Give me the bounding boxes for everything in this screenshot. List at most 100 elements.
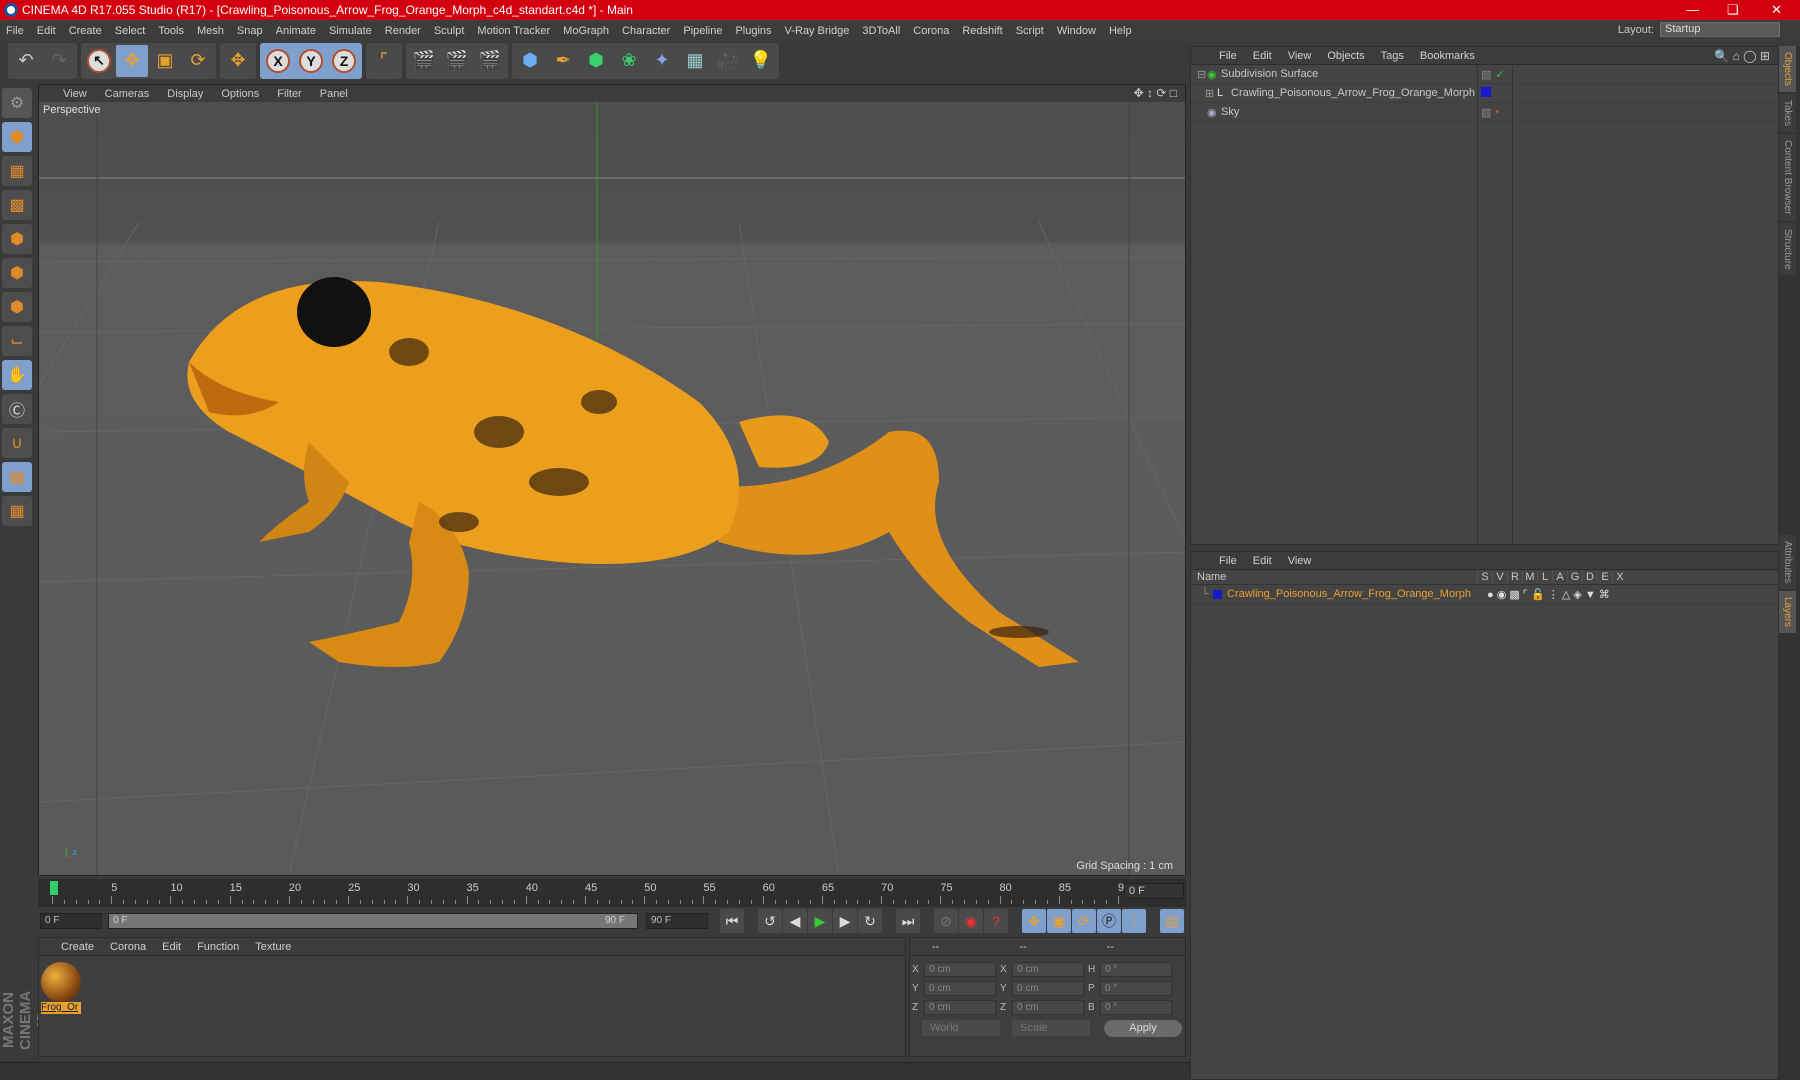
viewport-menu-item[interactable]: Filter [277, 88, 301, 100]
menu-item[interactable]: V-Ray Bridge [785, 25, 850, 37]
menu-item[interactable]: Motion Tracker [477, 25, 550, 37]
viewport-menu-item[interactable]: Options [221, 88, 259, 100]
layer-column-header[interactable]: S [1477, 571, 1492, 583]
material-name[interactable]: Frog_Or [41, 1002, 81, 1014]
menu-item[interactable]: File [1219, 555, 1237, 567]
viewport-nav-icons[interactable]: ✥ ↕ ⟳ □ [1134, 86, 1177, 100]
menu-item[interactable]: Render [385, 25, 421, 37]
menu-item[interactable]: Bookmarks [1420, 50, 1475, 62]
current-frame-field[interactable]: 0 F [1124, 883, 1184, 899]
camera-icon[interactable]: 🎥 [712, 45, 744, 77]
object-name[interactable]: Subdivision Surface [1221, 68, 1318, 80]
magnet-icon[interactable]: ∪ [2, 428, 32, 458]
menu-item[interactable]: Plugins [735, 25, 771, 37]
go-to-end-icon[interactable]: ⏭ [896, 909, 920, 933]
menu-item[interactable]: Sculpt [434, 25, 465, 37]
end-frame-field[interactable]: 90 F [646, 913, 708, 929]
side-tab[interactable]: Attributes [1779, 535, 1796, 590]
menu-item[interactable]: Tags [1381, 50, 1404, 62]
texture-mode-icon[interactable]: ▦ [2, 156, 32, 186]
layout-dropdown[interactable]: Startup [1660, 22, 1780, 37]
lock-workplane-icon[interactable]: ▦ [2, 462, 32, 492]
tweak-mode-icon[interactable]: ✋ [2, 360, 32, 390]
object-name[interactable]: Crawling_Poisonous_Arrow_Frog_Orange_Mor… [1231, 87, 1475, 99]
redo-icon[interactable]: ↷ [43, 45, 75, 77]
playhead[interactable] [50, 881, 58, 895]
menu-item[interactable]: Texture [255, 941, 291, 953]
polygons-mode-icon[interactable]: ⬢ [2, 292, 32, 322]
timeline[interactable]: 051015202530354045505560657075808590 0 F [38, 879, 1186, 907]
layer-column-header[interactable]: L [1537, 571, 1552, 583]
close-icon[interactable]: ✕ [1771, 0, 1782, 20]
cube-icon[interactable]: ⬢ [514, 45, 546, 77]
live-selection-icon[interactable]: ✥ [222, 45, 254, 77]
menu-item[interactable]: Snap [237, 25, 263, 37]
menu-item[interactable]: Simulate [329, 25, 372, 37]
snap-icon[interactable]: Ⓒ [2, 394, 32, 424]
cloner-icon[interactable]: ❀ [613, 45, 645, 77]
key-pla-icon[interactable]: ⋮ [1122, 909, 1146, 933]
coordinate-mode-dropdown[interactable]: World [922, 1020, 1000, 1036]
move-tool-icon[interactable]: ✥ [116, 44, 148, 77]
coordinate-field[interactable]: 0 cm [924, 1000, 996, 1015]
y-axis-icon[interactable]: Y [295, 45, 327, 77]
next-frame-icon[interactable]: ▶ [833, 909, 857, 933]
material-thumbnail[interactable]: Frog_Or [41, 962, 81, 1014]
floor-icon[interactable]: ▦ [679, 45, 711, 77]
viewport-menu-item[interactable]: Display [167, 88, 203, 100]
side-tab[interactable]: Layers [1779, 591, 1796, 634]
side-tab[interactable]: Objects [1779, 46, 1796, 92]
menu-item[interactable]: File [1219, 50, 1237, 62]
menu-item[interactable]: 3DToAll [862, 25, 900, 37]
menu-item[interactable]: Window [1057, 25, 1096, 37]
key-parameter-icon[interactable]: Ⓟ [1097, 909, 1121, 933]
restore-icon[interactable]: ❏ [1727, 0, 1739, 20]
subdivision-icon[interactable]: ⬢ [580, 45, 612, 77]
menu-item[interactable]: Create [61, 941, 94, 953]
apply-button[interactable]: Apply [1104, 1020, 1182, 1037]
coordinate-field[interactable]: 0 ° [1100, 962, 1172, 977]
viewport-menu-item[interactable]: Cameras [105, 88, 150, 100]
menu-item[interactable]: File [6, 25, 24, 37]
side-tab[interactable]: Structure [1779, 222, 1796, 276]
menu-item[interactable]: Tools [158, 25, 184, 37]
model-mode-icon[interactable]: ⬢ [2, 122, 32, 152]
coordinate-field[interactable]: 0 cm [1012, 962, 1084, 977]
coordinate-field[interactable]: 0 ° [1100, 1000, 1172, 1015]
coordinate-system-icon[interactable]: ⌜ [368, 45, 400, 77]
side-tab[interactable]: Takes [1779, 93, 1796, 133]
grid-snap-icon[interactable]: ▦ [2, 496, 32, 526]
record-icon[interactable]: ◉ [959, 909, 983, 933]
play-icon[interactable]: ▶ [808, 909, 832, 933]
menu-item[interactable]: MoGraph [563, 25, 609, 37]
auto-key-icon[interactable]: ? [984, 909, 1008, 933]
layer-flag-icons[interactable]: ● ◉ ▩ ⌜ 🔓 ⋮ △ ◈ ▼ ⌘ [1487, 588, 1610, 601]
points-mode-icon[interactable]: ⬢ [2, 224, 32, 254]
viewport-menu-item[interactable]: View [63, 88, 87, 100]
viewport-canvas[interactable]: Perspective Grid Spacing : 1 cm |_z [39, 102, 1185, 875]
menu-item[interactable]: Edit [1253, 555, 1272, 567]
range-slider[interactable]: 0 F 90 F [108, 913, 638, 929]
layer-column-header[interactable]: V [1492, 571, 1507, 583]
layer-row[interactable]: └ Crawling_Poisonous_Arrow_Frog_Orange_M… [1191, 585, 1778, 604]
start-frame-field[interactable]: 0 F [40, 913, 102, 929]
menu-item[interactable]: Corona [110, 941, 146, 953]
z-axis-icon[interactable]: Z [328, 45, 360, 77]
coordinate-field[interactable]: 0 cm [924, 962, 996, 977]
key-position-icon[interactable]: ✥ [1022, 909, 1046, 933]
menu-item[interactable]: Character [622, 25, 670, 37]
menu-item[interactable]: View [1288, 50, 1312, 62]
pen-spline-icon[interactable]: ✒ [547, 45, 579, 77]
menu-item[interactable]: Edit [1253, 50, 1272, 62]
keyframe-icon[interactable]: ⊘ [934, 909, 958, 933]
x-axis-icon[interactable]: X [262, 45, 294, 77]
workplane-icon[interactable]: ▩ [2, 190, 32, 220]
viewport[interactable]: View Cameras Display Options Filter Panel ✥ ↕… [38, 84, 1186, 876]
menu-item[interactable]: Edit [162, 941, 181, 953]
timeline-ruler[interactable]: 051015202530354045505560657075808590 [46, 879, 1130, 907]
coordinate-field[interactable]: 0 ° [1100, 981, 1172, 996]
coordinate-field[interactable]: 0 cm [1012, 981, 1084, 996]
menu-item[interactable]: Help [1109, 25, 1132, 37]
menu-item[interactable]: View [1288, 555, 1312, 567]
layer-column-header[interactable]: X [1612, 571, 1627, 583]
